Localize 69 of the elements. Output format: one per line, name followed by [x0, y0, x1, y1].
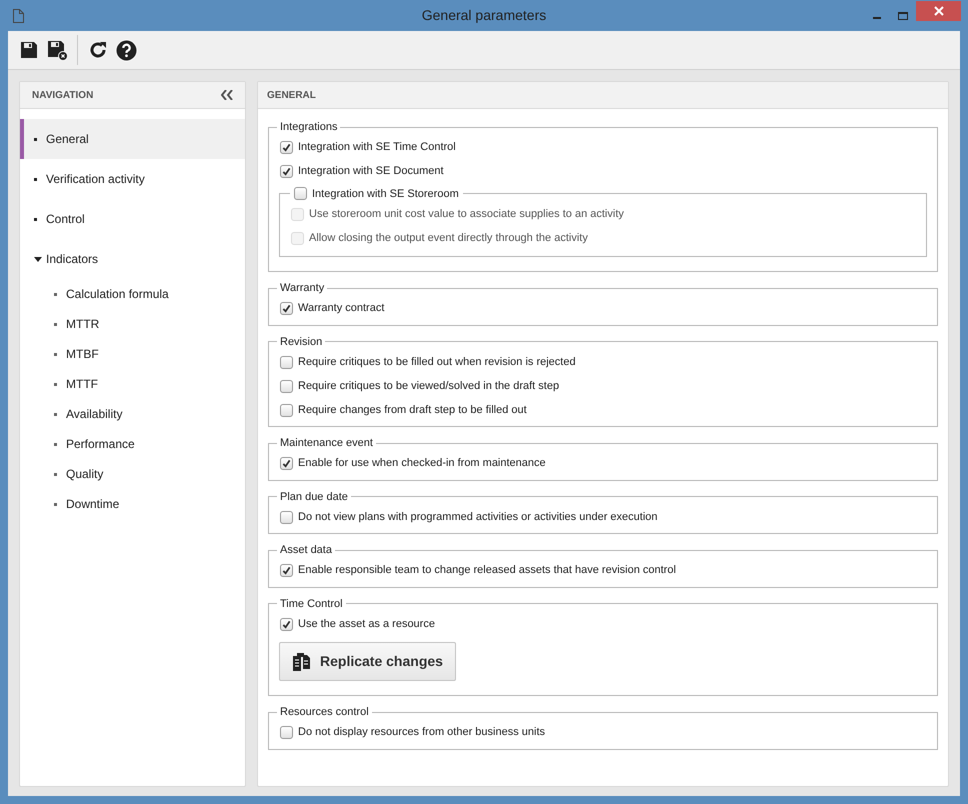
nav-item[interactable]: Verification activity	[20, 159, 245, 199]
bullet-icon	[54, 412, 57, 416]
nav-item[interactable]: Indicators	[20, 239, 245, 279]
checkbox[interactable]	[280, 380, 293, 392]
checkbox-label: Require critiques to be viewed/solved in the draft step	[298, 378, 560, 394]
panel-title: GENERAL	[267, 88, 316, 102]
caret-icon[interactable]	[34, 255, 42, 263]
checkbox[interactable]	[294, 187, 307, 200]
checkbox-label: Require changes from draft step to be filled out	[298, 402, 527, 418]
checkbox-label: Use the asset as a resource	[298, 616, 435, 632]
group-legend: Integrations	[277, 119, 340, 136]
bullet-icon	[54, 442, 57, 446]
checkbox-label: Do not display resources from other business units	[298, 725, 546, 740]
window-title: General parameters	[420, 6, 548, 25]
collapse-icon[interactable]	[221, 90, 233, 100]
checkbox-label: Do not view plans with programmed activities or activities under execution	[298, 510, 658, 525]
nav-item[interactable]: Availability	[20, 399, 245, 429]
checkbox[interactable]	[280, 165, 293, 178]
bullet-icon	[54, 292, 57, 296]
panel-title: NAVIGATION	[32, 88, 94, 102]
close-button[interactable]	[916, 0, 961, 20]
replicate-changes-button[interactable]: Replicate changes	[279, 642, 456, 681]
group-legend: Time Control	[277, 596, 346, 612]
bullet-icon	[54, 322, 57, 326]
nav-item[interactable]: MTTF	[20, 369, 245, 399]
checkbox[interactable]	[280, 302, 293, 315]
checkbox-label: Use storeroom unit cost value to associate supplies to an activity	[309, 206, 624, 222]
save-and-close-icon[interactable]	[45, 38, 69, 62]
checkbox-label: Integration with SE Time Control	[298, 140, 456, 156]
bullet-icon	[34, 138, 37, 140]
checkbox-label: Integration with SE Storeroom	[312, 186, 459, 202]
checkbox[interactable]	[280, 726, 293, 739]
checkbox-label: Warranty contract	[298, 301, 384, 316]
checkbox-label: Require critiques to be filled out when revision is rejected	[298, 354, 576, 370]
nav-item[interactable]: MTTR	[20, 309, 245, 339]
checkbox[interactable]	[280, 457, 293, 470]
checkbox-label: Enable responsible team to change released assets that have revision control	[298, 563, 676, 578]
nav-item[interactable]: MTBF	[20, 339, 245, 369]
help-icon[interactable]	[114, 38, 138, 62]
nav-item[interactable]: Downtime	[20, 489, 245, 519]
checkbox[interactable]	[280, 141, 293, 154]
bullet-icon	[54, 472, 57, 476]
close-icon	[934, 6, 944, 16]
checkbox[interactable]	[280, 356, 293, 368]
bullet-icon	[34, 178, 37, 180]
nav-item[interactable]: Quality	[20, 459, 245, 489]
group-legend: Asset data	[277, 542, 335, 558]
bullet-icon	[54, 352, 57, 356]
checkbox[interactable]	[280, 564, 293, 577]
checkbox-label: Enable for use when checked-in from maintenance	[298, 456, 546, 472]
group-legend: Plan due date	[277, 488, 351, 505]
bullet-icon	[54, 502, 57, 506]
checkbox[interactable]	[280, 618, 293, 630]
group-legend: Maintenance event	[277, 435, 376, 452]
nav-item[interactable]: Control	[20, 199, 245, 239]
group-legend: Resources control	[277, 704, 372, 720]
documents-icon	[292, 652, 312, 672]
bullet-icon	[54, 382, 57, 386]
bullet-icon	[34, 218, 37, 220]
checkbox[interactable]	[280, 404, 293, 416]
checkbox-label: Integration with SE Document	[298, 164, 444, 180]
group-legend: Warranty	[277, 280, 328, 296]
group-legend: Revision	[277, 334, 326, 350]
checkbox-label: Allow closing the output event directly through the activity	[309, 230, 588, 246]
checkbox[interactable]	[280, 510, 293, 524]
nav-item[interactable]: General	[20, 119, 245, 159]
document-icon	[13, 8, 24, 22]
nav-item[interactable]: Performance	[20, 429, 245, 459]
nav-item[interactable]: Calculation formula	[20, 279, 245, 309]
